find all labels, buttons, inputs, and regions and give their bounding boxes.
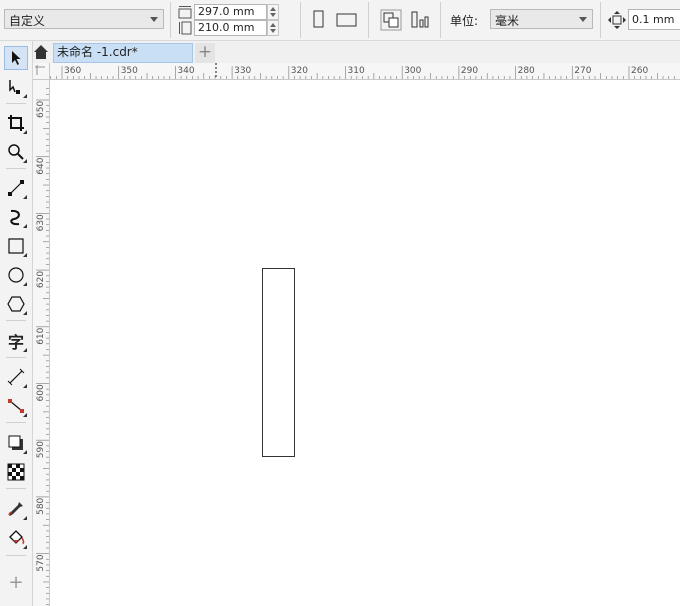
ruler-tick-label: 590 — [36, 441, 46, 458]
horizontal-ruler[interactable]: 360 350 340 330 320 310 300 290 280 270 260 — [50, 63, 680, 80]
page-height-spinner[interactable] — [267, 20, 279, 36]
drop-shadow-tool[interactable] — [4, 431, 28, 455]
nudge-distance-value: 0.1 mm — [632, 13, 675, 26]
ruler-tick-label: 650 — [36, 101, 46, 118]
vertical-ruler-ticks: 650 640 630 620 610 600 590 580 570 — [36, 88, 49, 605]
page-width-field[interactable]: 297.0 mm — [194, 4, 267, 20]
ruler-tick-label: 270 — [574, 66, 591, 76]
ruler-tick-label: 570 — [36, 554, 46, 571]
rectangle-shape[interactable] — [262, 268, 295, 457]
arrow-cursor-icon — [12, 51, 21, 65]
property-bar: 自定义 297.0 mm 210.0 mm 单位: 毫米 0.1 mm — [0, 0, 680, 41]
ruler-tick-label: 340 — [177, 66, 194, 76]
all-pages-icon[interactable] — [380, 9, 402, 31]
document-tab[interactable]: 未命名 -1.cdr* — [53, 43, 193, 63]
connector-tool[interactable] — [4, 394, 28, 418]
ruler-origin[interactable] — [33, 63, 50, 80]
landscape-icon[interactable] — [336, 12, 358, 28]
ruler-tick-label: 630 — [36, 214, 46, 231]
text-tool[interactable]: 字 — [4, 329, 28, 353]
page-preset-combo[interactable]: 自定义 — [4, 9, 164, 29]
ruler-tick-label: 640 — [36, 157, 46, 174]
checkerboard-icon — [7, 463, 25, 481]
ruler-tick-label: 320 — [291, 66, 308, 76]
current-page-icon[interactable] — [410, 10, 432, 30]
toolbox: 字 + — [0, 41, 33, 606]
ruler-tick-label: 350 — [121, 66, 138, 76]
transparency-tool[interactable] — [4, 460, 28, 484]
plus-icon: + — [8, 571, 24, 593]
drawing-canvas[interactable] — [50, 80, 680, 606]
page-preset-value: 自定义 — [9, 14, 46, 28]
page-height-field[interactable]: 210.0 mm — [194, 20, 267, 36]
ruler-tick-label: 610 — [36, 327, 46, 344]
ruler-tick-label: 300 — [404, 66, 421, 76]
unit-value: 毫米 — [495, 14, 520, 28]
portrait-icon[interactable] — [312, 10, 326, 30]
ruler-tick-label: 620 — [36, 271, 46, 288]
text-glyph-icon: 字 — [7, 333, 24, 352]
shape-tool[interactable] — [4, 75, 28, 99]
ellipse-tool[interactable] — [4, 263, 28, 287]
add-tool-button[interactable]: + — [4, 570, 28, 594]
ruler-tick-label: 360 — [64, 66, 81, 76]
plus-icon: + — [197, 42, 213, 62]
parallel-dimension-tool[interactable] — [4, 365, 28, 389]
pick-tool[interactable] — [4, 46, 28, 70]
document-tab-label: 未命名 -1.cdr* — [57, 45, 138, 59]
home-icon[interactable] — [33, 44, 49, 60]
rectangle-tool[interactable] — [4, 234, 28, 258]
add-document-tab-button[interactable]: + — [195, 43, 215, 63]
nudge-icon — [608, 11, 626, 29]
ruler-tick-label: 600 — [36, 384, 46, 401]
separator — [300, 2, 301, 38]
vertical-ruler[interactable]: 650 640 630 620 610 600 590 580 570 — [33, 80, 50, 606]
separator — [170, 2, 171, 38]
polygon-tool[interactable] — [4, 292, 28, 316]
separator — [368, 2, 369, 38]
ruler-tick-label: 260 — [631, 66, 648, 76]
unit-label: 单位: — [450, 14, 479, 28]
interactive-fill-tool[interactable] — [4, 526, 28, 550]
unit-combo[interactable]: 毫米 — [490, 9, 593, 29]
separator — [600, 2, 601, 38]
page-width-spinner[interactable] — [267, 4, 279, 20]
freehand-tool[interactable] — [4, 176, 28, 200]
crop-tool[interactable] — [4, 111, 28, 135]
ruler-tick-label: 580 — [36, 497, 46, 514]
page-height-icon — [179, 21, 192, 35]
chevron-down-icon — [579, 17, 587, 22]
page-width-icon — [178, 6, 192, 19]
page-height-value: 210.0 mm — [198, 21, 255, 34]
ruler-tick-label: 330 — [234, 66, 251, 76]
chevron-down-icon — [150, 17, 158, 22]
ruler-tick-label: 290 — [461, 66, 478, 76]
separator — [440, 2, 441, 38]
horizontal-ruler-ticks: 360 350 340 330 320 310 300 290 280 270 260 — [50, 63, 675, 79]
zoom-tool[interactable] — [4, 140, 28, 164]
page-width-value: 297.0 mm — [198, 5, 255, 18]
artistic-media-tool[interactable] — [4, 205, 28, 229]
eyedropper-tool[interactable] — [4, 497, 28, 521]
ruler-tick-label: 280 — [518, 66, 535, 76]
ruler-tick-label: 310 — [348, 66, 365, 76]
nudge-distance-field[interactable]: 0.1 mm — [628, 9, 680, 30]
ruler-origin-icon — [35, 65, 45, 75]
document-tab-strip: 未命名 -1.cdr* + — [33, 41, 680, 63]
